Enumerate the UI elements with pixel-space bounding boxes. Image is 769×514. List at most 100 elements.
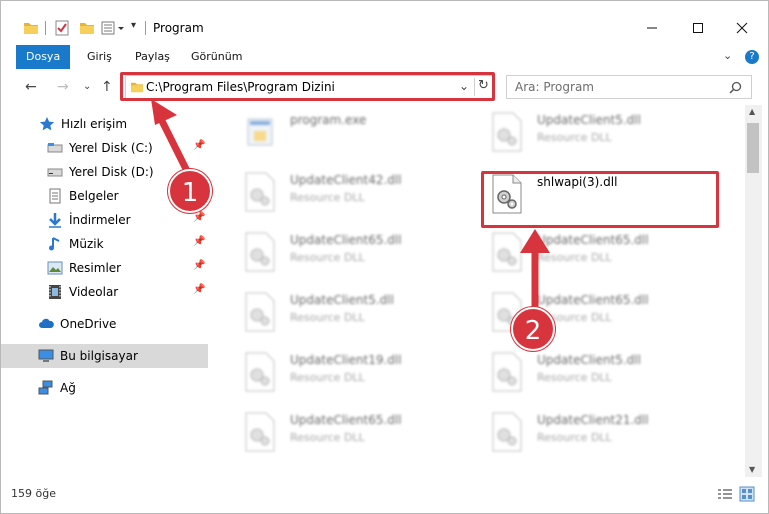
recent-locations-icon[interactable]: ⌄	[83, 81, 91, 92]
sidebar-item-this-pc[interactable]: Bu bilgisayar	[1, 344, 208, 368]
maximize-button[interactable]	[675, 13, 721, 43]
back-arrow-icon[interactable]: ←	[25, 79, 37, 95]
tab-giris[interactable]: Giriş	[77, 45, 122, 69]
minimize-button[interactable]	[629, 13, 675, 43]
dll-file-icon	[245, 352, 275, 392]
file-name: UpdateClient65.dll	[290, 233, 402, 247]
ribbon-expand-icon[interactable]: ⌄	[723, 49, 732, 62]
close-button[interactable]	[719, 13, 765, 43]
dll-file-icon	[245, 412, 275, 452]
pictures-icon	[47, 261, 63, 275]
file-name: UpdateClient65.dll	[537, 293, 649, 307]
file-name: UpdateClient21.dll	[537, 413, 649, 427]
tab-dosya[interactable]: Dosya	[16, 45, 71, 69]
file-name: UpdateClient5.dll	[537, 353, 641, 367]
file-item[interactable]: UpdateClient19.dll Resource DLL	[232, 345, 472, 405]
dll-file-icon	[492, 112, 522, 152]
sidebar-item-videos[interactable]: Videolar 📌	[1, 280, 208, 304]
drive-icon	[47, 168, 63, 177]
scroll-up-icon[interactable]: ▲	[749, 107, 755, 116]
file-item[interactable]: UpdateClient5.dll Resource DLL	[232, 285, 472, 345]
vertical-scrollbar[interactable]: ▲ ▼	[745, 105, 762, 477]
file-type: Resource DLL	[537, 131, 612, 144]
search-placeholder: Ara: Program	[515, 80, 594, 94]
file-item[interactable]: UpdateClient65.dll Resource DLL	[232, 405, 472, 465]
file-type: Resource DLL	[290, 371, 365, 384]
sidebar-label: Ağ	[60, 381, 76, 395]
file-item[interactable]: UpdateClient5.dll Resource DLL	[479, 105, 719, 165]
sidebar-item-downloads[interactable]: İndirmeler 📌	[1, 208, 208, 232]
separator	[145, 21, 146, 35]
file-type: Resource DLL	[290, 251, 365, 264]
sidebar-item-network[interactable]: Ağ	[1, 376, 208, 400]
arrow-to-file	[520, 229, 550, 315]
qa-dropdown-icon[interactable]: ▾	[131, 20, 136, 31]
details-view-icon[interactable]	[717, 488, 733, 500]
pin-icon: 📌	[193, 236, 206, 247]
drive-icon	[47, 143, 63, 153]
tab-paylas[interactable]: Paylaş	[125, 45, 180, 69]
dll-file-icon	[245, 172, 275, 212]
scroll-down-icon[interactable]: ▼	[749, 465, 755, 474]
file-type: Resource DLL	[290, 431, 365, 444]
customize-toolbar-icon[interactable]	[101, 21, 127, 35]
item-count: 159 öğe	[11, 487, 56, 500]
close-icon	[736, 22, 748, 34]
maximize-icon	[693, 23, 703, 33]
file-item[interactable]: UpdateClient42.dll Resource DLL	[232, 165, 472, 225]
sidebar-label: İndirmeler	[69, 213, 131, 227]
file-item[interactable]: UpdateClient5.dll Resource DLL	[479, 345, 719, 405]
pin-icon: 📌	[193, 260, 206, 271]
file-item[interactable]: UpdateClient65.dll Resource DLL	[479, 225, 719, 285]
sidebar-item-onedrive[interactable]: OneDrive	[1, 312, 208, 336]
step-1-badge: 1	[168, 169, 212, 213]
file-name: UpdateClient5.dll	[537, 113, 641, 127]
file-name: UpdateClient19.dll	[290, 353, 402, 367]
explorer-window: ▾ Program Dosya Giriş Paylaş Görünüm ⌄ ?…	[0, 0, 769, 514]
documents-icon	[49, 188, 61, 204]
title-bar: ▾ Program	[1, 1, 768, 36]
star-icon	[39, 117, 55, 131]
cloud-icon	[39, 318, 54, 328]
status-bar: 159 öğe	[1, 483, 768, 505]
file-name: UpdateClient65.dll	[537, 233, 649, 247]
file-type: Resource DLL	[290, 191, 365, 204]
pin-icon: 📌	[193, 284, 206, 295]
window-title: Program	[153, 21, 204, 35]
scrollbar-thumb[interactable]	[747, 123, 759, 173]
help-icon[interactable]: ?	[745, 50, 759, 64]
tab-gorunum[interactable]: Görünüm	[181, 45, 252, 69]
new-folder-icon[interactable]	[79, 21, 95, 35]
sidebar-label: Videolar	[69, 285, 119, 299]
minimize-icon	[647, 27, 657, 29]
exe-file-icon	[247, 118, 273, 146]
file-list: program.exe UpdateClient42.dll Resource …	[214, 105, 744, 477]
sidebar-label: Müzik	[69, 237, 104, 251]
properties-icon[interactable]	[55, 20, 69, 36]
video-icon	[49, 285, 61, 299]
file-name: UpdateClient65.dll	[290, 413, 402, 427]
sidebar-item-music[interactable]: Müzik 📌	[1, 232, 208, 256]
dll-file-icon	[492, 352, 522, 392]
large-icons-view-icon[interactable]	[739, 486, 755, 502]
sidebar-label: Hızlı erişim	[61, 117, 128, 131]
sidebar-item-pictures[interactable]: Resimler 📌	[1, 256, 208, 280]
sidebar-label: Belgeler	[69, 189, 119, 203]
file-item[interactable]: UpdateClient21.dll Resource DLL	[479, 405, 719, 465]
forward-arrow-icon[interactable]: →	[57, 79, 69, 95]
file-item[interactable]: program.exe	[232, 105, 472, 165]
file-name: UpdateClient5.dll	[290, 293, 394, 307]
download-icon	[49, 213, 61, 228]
sidebar-label: Resimler	[69, 261, 122, 275]
file-type: Resource DLL	[537, 431, 612, 444]
file-name: program.exe	[290, 113, 367, 127]
dll-file-icon	[245, 292, 275, 332]
search-input[interactable]: Ara: Program	[506, 75, 752, 99]
up-arrow-icon[interactable]: ↑	[101, 79, 113, 95]
folder-icon[interactable]	[23, 21, 39, 35]
file-highlight-box	[481, 171, 719, 228]
file-name: UpdateClient42.dll	[290, 173, 402, 187]
file-item[interactable]: UpdateClient65.dll Resource DLL	[232, 225, 472, 285]
sidebar-label: OneDrive	[60, 317, 117, 331]
computer-icon	[38, 349, 54, 362]
